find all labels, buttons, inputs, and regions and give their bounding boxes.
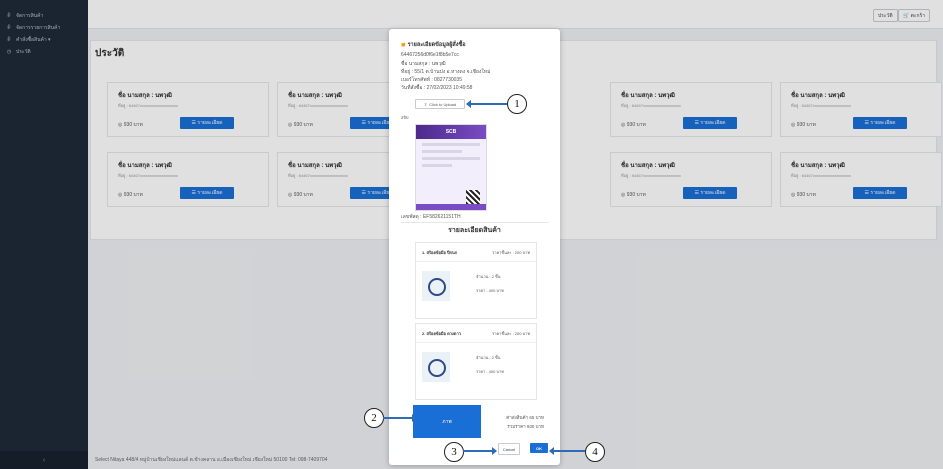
product-image	[422, 271, 450, 301]
payment-image-button[interactable]: ภาพ	[413, 405, 481, 438]
upload-button[interactable]: ⇪ Click to Upload	[415, 99, 465, 109]
product-image	[422, 352, 450, 382]
slip-row	[422, 164, 452, 167]
bracelet-image	[428, 278, 446, 296]
modal-title-text: รายละเอียดข้อมูลผู้สั่งซื้อ	[407, 42, 466, 48]
customer-address: ที่อยู่ : 55/1 ต.บ้านปง อ.หางดง จ.เชียงใ…	[401, 69, 491, 75]
divider	[401, 222, 549, 223]
callout-1: 1	[507, 94, 527, 114]
bank-logo: SCB	[416, 125, 486, 139]
callout-3: 3	[444, 442, 464, 462]
customer-name: ชื่อ นามสกุล : นพวุฒิ	[401, 61, 446, 67]
slip-caption: สลิป	[401, 115, 409, 120]
cancel-button[interactable]: Cancel	[498, 443, 520, 455]
product-name: 2. สร้อยข้อมือ ดวงดาว	[422, 331, 461, 336]
modal-title: ◼ รายละเอียดข้อมูลผู้สั่งซื้อ	[401, 41, 466, 49]
divider	[416, 261, 536, 262]
order-date: วันที่สั่งซื้อ : 27/02/2023 10:49:58	[401, 85, 473, 91]
tracking-number: เลขพัสดุ : EF582621151TH	[401, 214, 461, 220]
upload-label: Click to Upload	[429, 101, 457, 107]
product-quantity: จำนวน : 2 ชิ้น	[476, 355, 501, 360]
section-title: รายละเอียดสินค้า	[448, 227, 501, 234]
product-name: 1. สร้อยข้อมือ ปีกนก	[422, 250, 458, 255]
divider	[416, 342, 536, 343]
order-total: รวมราคา 930 บาท	[507, 424, 544, 429]
product-total: ราคา : 400 บาท	[476, 369, 504, 374]
product-unit-price: ราคาชิ้นละ : 200 บาท	[492, 250, 530, 255]
slip-row	[422, 143, 480, 146]
qr-code-icon	[466, 190, 480, 204]
ok-button[interactable]: OK	[530, 443, 548, 453]
callout-arrow	[549, 447, 585, 455]
slip-footer-band	[416, 204, 486, 210]
payment-slip-image[interactable]: SCB	[415, 124, 487, 211]
upload-icon: ⇪	[423, 101, 428, 107]
slip-row	[422, 157, 480, 160]
bracelet-image	[428, 359, 446, 377]
slip-row	[422, 150, 462, 153]
product-quantity: จำนวน : 2 ชิ้น	[476, 274, 501, 279]
callout-arrow	[466, 100, 508, 108]
callout-arrow	[383, 414, 417, 422]
shipping-fee: ค่าส่งสินค้า 65 บาท	[506, 415, 544, 420]
product-item: 2. สร้อยข้อมือ ดวงดาว ราคาชิ้นละ : 200 บ…	[415, 323, 537, 400]
info-icon: ◼	[401, 42, 406, 48]
customer-phone: เบอร์โทรศัพท์ : 0827730035	[401, 77, 462, 83]
product-item: 1. สร้อยข้อมือ ปีกนก ราคาชิ้นละ : 200 บา…	[415, 242, 537, 319]
product-unit-price: ราคาชิ้นละ : 200 บาท	[492, 331, 530, 336]
order-id: 64467256d0f6e1f8b5e7cc	[401, 52, 459, 58]
product-total: ราคา : 400 บาท	[476, 288, 504, 293]
callout-arrow	[463, 447, 497, 455]
order-detail-modal: ◼ รายละเอียดข้อมูลผู้สั่งซื้อ 64467256d0f…	[389, 29, 560, 465]
callout-2: 2	[364, 408, 384, 428]
callout-4: 4	[585, 442, 605, 462]
